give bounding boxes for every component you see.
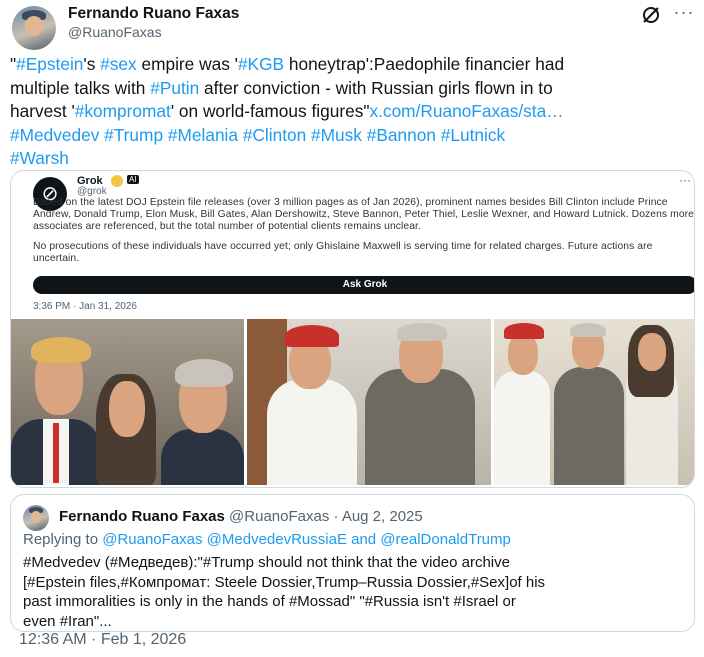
- tweet-line: "#Epstein's #sex empire was '#KGB honeyt…: [10, 53, 700, 77]
- tweet-text-segment: harvest ': [10, 101, 75, 121]
- quote-line: even #Iran"...: [23, 612, 112, 630]
- hashtag-link[interactable]: #Clinton: [243, 125, 306, 145]
- ask-grok-button: Ask Grok: [33, 276, 694, 294]
- grok-handle: @grok: [77, 186, 107, 197]
- quote-meta: @RuanoFaxas · Aug 2, 2025: [229, 508, 423, 525]
- quote-author-name: Fernando Ruano Faxas: [59, 508, 225, 525]
- hashtag-link[interactable]: #Trump: [104, 125, 163, 145]
- tweet-text-segment: after conviction - with Russian girls fl…: [199, 77, 553, 98]
- hashtag-link[interactable]: #Putin: [150, 78, 199, 98]
- tweet-text-segment: empire was ': [136, 54, 238, 74]
- author-handle[interactable]: @RuanoFaxas: [68, 24, 162, 40]
- hashtag-link[interactable]: #Musk: [311, 125, 362, 145]
- tweet-text: "#Epstein's #sex empire was '#KGB honeyt…: [10, 53, 700, 171]
- grok-paragraph: Based on the latest DOJ Epstein file rel…: [33, 197, 694, 232]
- grok-timestamp: 3:36 PM · Jan 31, 2026: [33, 301, 137, 312]
- tweet-line: #Warsh: [10, 147, 700, 171]
- url-link[interactable]: x.com/RuanoFaxas/sta…: [369, 101, 563, 121]
- replying-to-label: Replying to: [23, 531, 103, 548]
- photo-left[interactable]: [11, 319, 244, 485]
- grok-answer: Based on the latest DOJ Epstein file rel…: [33, 197, 694, 273]
- quote-line: past immoralities is only in the hands o…: [23, 593, 516, 610]
- more-icon[interactable]: ···: [672, 2, 696, 26]
- media-card[interactable]: ⊘ Grok AI @grok ··· Based on the latest …: [10, 170, 695, 488]
- hashtag-link[interactable]: #Lutnick: [441, 125, 505, 145]
- hashtag-link[interactable]: #Medvedev: [10, 125, 99, 145]
- quote-line: [#Epstein files,#Компромат: Steele Dossi…: [23, 573, 546, 591]
- post-timestamp[interactable]: 12:36 AM · Feb 1, 2026: [19, 631, 186, 649]
- hashtag-link[interactable]: #Melania: [168, 125, 238, 145]
- hashtag-link[interactable]: #kompromat: [75, 101, 171, 121]
- grok-icon[interactable]: [640, 4, 662, 26]
- photo-right[interactable]: [494, 319, 694, 485]
- grok-reply-screenshot: ⊘ Grok AI @grok ··· Based on the latest …: [27, 171, 694, 315]
- tweet-text-segment: honeytrap':Paedophile financier had: [284, 54, 565, 74]
- quoted-tweet[interactable]: Fernando Ruano Faxas @RuanoFaxas · Aug 2…: [10, 494, 695, 632]
- quote-header: Fernando Ruano Faxas @RuanoFaxas · Aug 2…: [59, 508, 423, 525]
- verified-badge-icon: [111, 175, 123, 187]
- tweet-line: #Medvedev #Trump #Melania #Clinton #Musk…: [10, 124, 700, 148]
- replying-to-handles: @RuanoFaxas @MedvedevRussiaE and @realDo…: [102, 531, 511, 548]
- grok-paragraph: No prosecutions of these individuals hav…: [33, 241, 653, 264]
- tweet-line: multiple talks with #Putin after convict…: [10, 77, 700, 101]
- hashtag-link[interactable]: #sex: [100, 54, 137, 74]
- tweet-text-segment: ' on world-famous figures": [170, 101, 370, 121]
- quote-body: #Medvedev (#Медведев):"#Trump should not…: [23, 553, 691, 631]
- hashtag-link[interactable]: #Bannon: [367, 125, 436, 145]
- photo-middle[interactable]: [247, 319, 491, 485]
- tweet-text-segment: multiple talks with: [10, 77, 151, 98]
- author-name[interactable]: Fernando Ruano Faxas: [68, 5, 239, 23]
- grok-more-icon: ···: [679, 173, 691, 187]
- author-avatar[interactable]: [12, 6, 56, 50]
- quote-replying-to: Replying to @RuanoFaxas @MedvedevRussiaE…: [23, 531, 511, 548]
- hashtag-link[interactable]: #Epstein: [16, 54, 83, 74]
- quote-avatar: [23, 505, 49, 531]
- tweet-text-segment: 's: [83, 54, 101, 74]
- hashtag-link[interactable]: #Warsh: [10, 148, 69, 168]
- ai-badge: AI: [127, 175, 139, 184]
- tweet-line: harvest '#kompromat' on world-famous fig…: [10, 100, 700, 124]
- quote-line: #Medvedev (#Медведев):"#Trump should not…: [23, 554, 510, 571]
- hashtag-link[interactable]: #KGB: [238, 54, 284, 74]
